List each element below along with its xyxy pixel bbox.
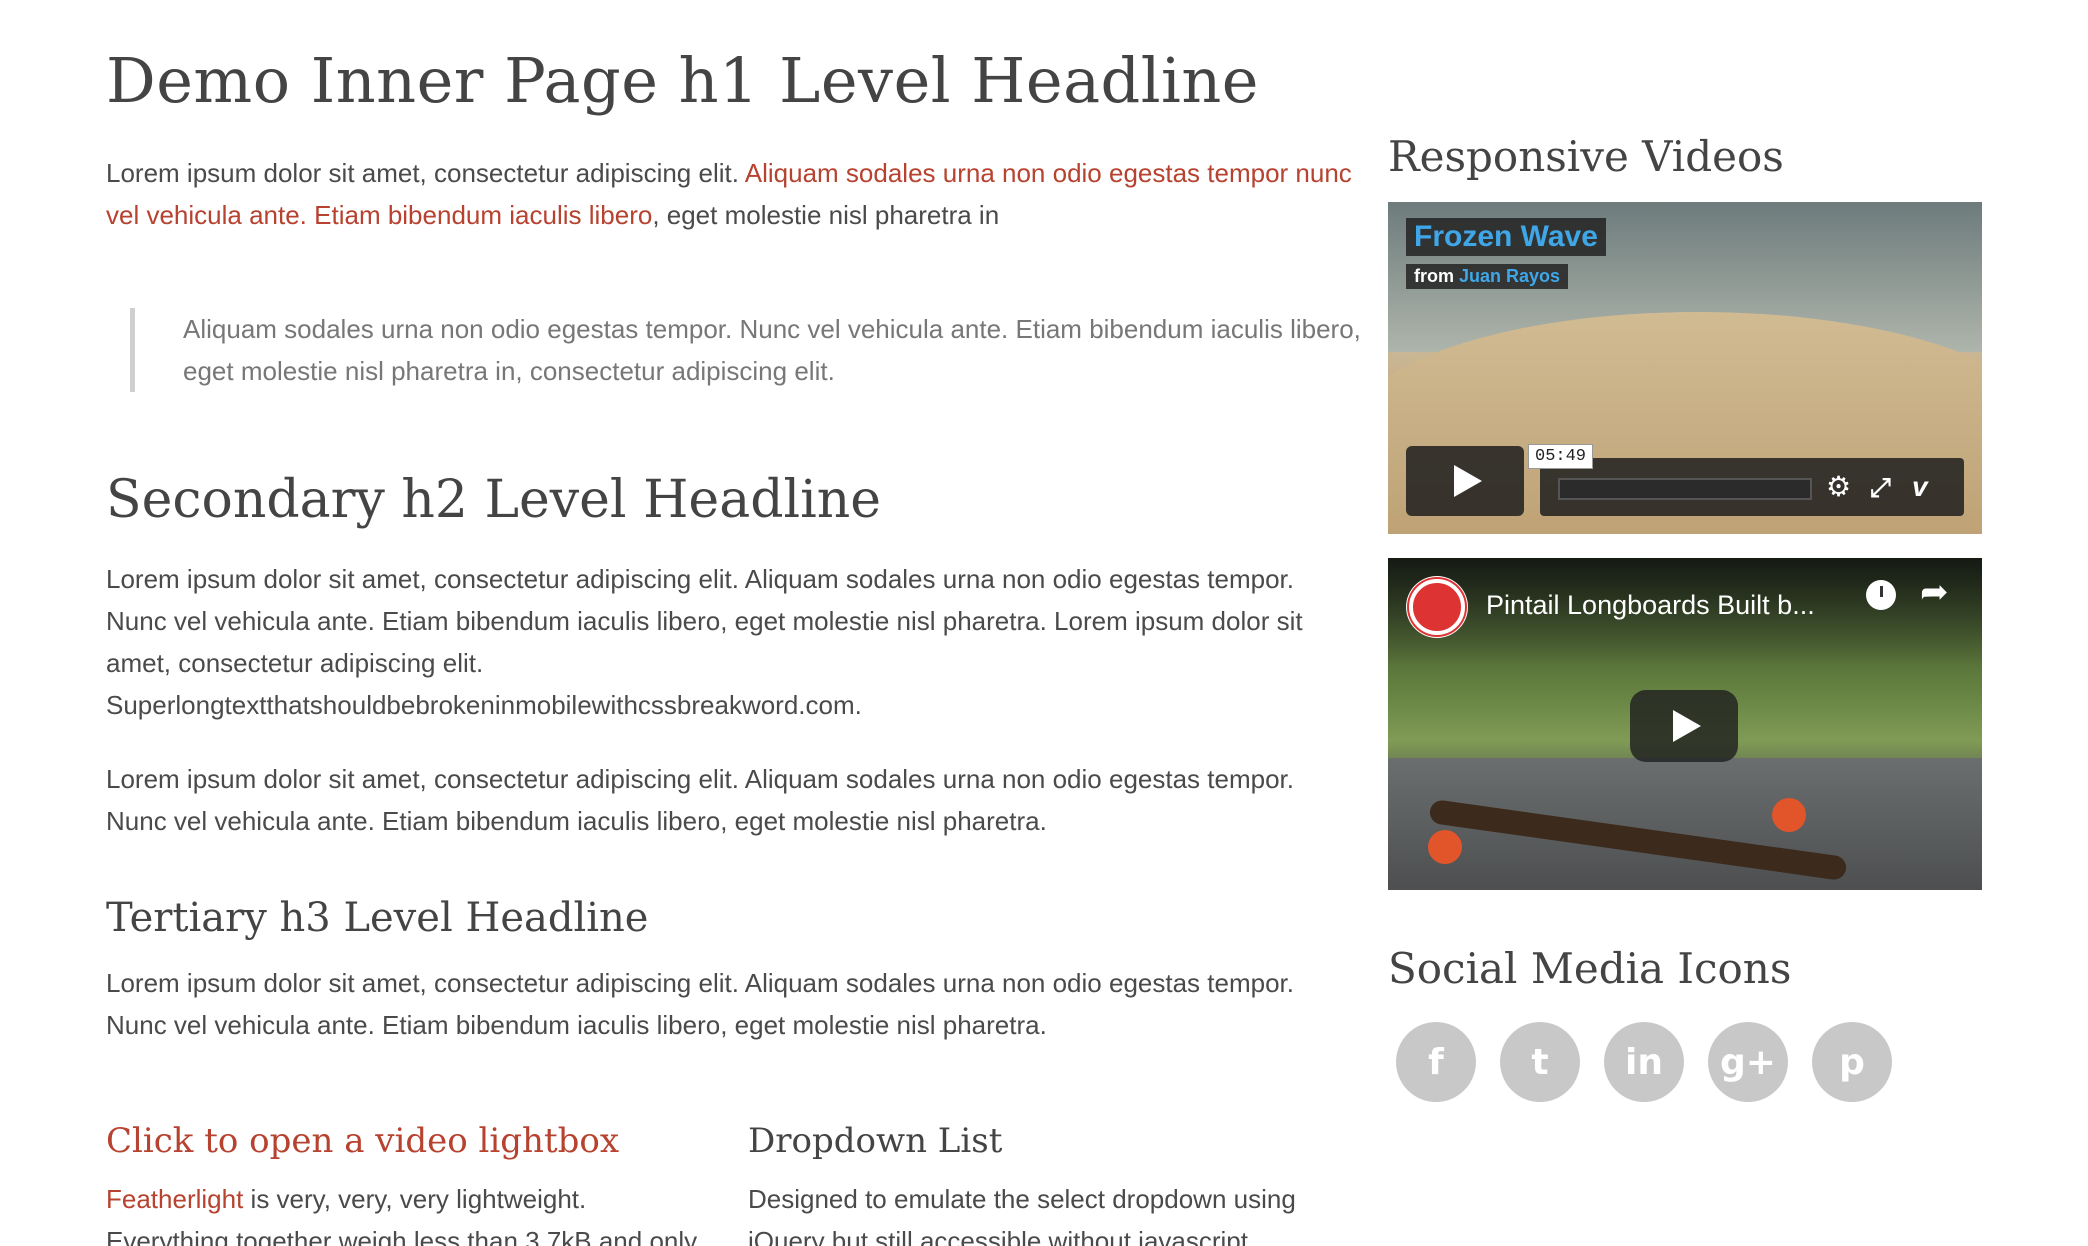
share-arrow-icon[interactable]: ➦ — [1920, 572, 1949, 612]
video-thumbnail-wheel — [1772, 798, 1806, 832]
vimeo-logo-icon[interactable]: v — [1912, 472, 1928, 502]
featherlight-link[interactable]: Featherlight — [106, 1184, 243, 1214]
linkedin-icon[interactable]: in — [1604, 1022, 1684, 1102]
lightbox-description: Featherlight is very, very, very lightwe… — [106, 1178, 706, 1246]
secondary-headline: Secondary h2 Level Headline — [106, 470, 882, 530]
facebook-icon[interactable]: f — [1396, 1022, 1476, 1102]
fullscreen-icon[interactable]: ⤢ — [1870, 472, 1891, 502]
video-byline: from Juan Rayos — [1406, 264, 1569, 289]
intro-link-etiam[interactable]: Etiam bibendum iaculis libero — [314, 200, 652, 230]
paragraph-2-text: Lorem ipsum dolor sit amet, consectetur … — [106, 564, 1303, 678]
videos-heading: Responsive Videos — [1388, 132, 1784, 181]
paragraph-4: Lorem ipsum dolor sit amet, consectetur … — [106, 968, 1294, 1040]
social-icons: f t in g+ p — [1396, 1022, 1892, 1102]
youtube-video-player[interactable]: Pintail Longboards Built b... ➦ — [1388, 558, 1982, 890]
intro-text-2: , eget molestie nisl pharetra in — [652, 200, 1000, 230]
paragraph-2-long-word: Superlongtextthatshouldbebrokeninmobilew… — [106, 690, 862, 720]
main-content: Demo Inner Page h1 Level Headline Lorem … — [106, 40, 1361, 1246]
video-thumbnail-wheel — [1428, 830, 1462, 864]
blockquote: Aliquam sodales urna non odio egestas te… — [130, 308, 1403, 392]
lightbox-section: Click to open a video lightbox Featherli… — [106, 1116, 706, 1246]
page-title: Demo Inner Page h1 Level Headline — [106, 44, 1259, 117]
video-duration-tooltip: 05:49 — [1528, 444, 1594, 469]
page: Demo Inner Page h1 Level Headline Lorem … — [0, 0, 2088, 1246]
video-author-link[interactable]: Juan Rayos — [1459, 266, 1560, 286]
youtube-play-button[interactable] — [1630, 690, 1738, 762]
intro-text-1: Lorem ipsum dolor sit amet, consectetur … — [106, 158, 745, 188]
channel-avatar-icon[interactable] — [1406, 576, 1468, 638]
video-title[interactable]: Frozen Wave — [1406, 218, 1606, 256]
social-heading: Social Media Icons — [1388, 944, 1792, 993]
watch-later-clock-icon[interactable] — [1866, 580, 1896, 610]
dropdown-description: Designed to emulate the select dropdown … — [748, 1184, 1296, 1246]
twitter-icon[interactable]: t — [1500, 1022, 1580, 1102]
dropdown-heading: Dropdown List — [748, 1121, 1003, 1161]
video-control-bar: ⚙ ⤢ v — [1540, 458, 1964, 516]
intro-paragraph: Lorem ipsum dolor sit amet, consectetur … — [106, 152, 1366, 236]
video-play-button[interactable] — [1406, 446, 1524, 516]
paragraph-2: Lorem ipsum dolor sit amet, consectetur … — [106, 558, 1346, 726]
settings-gear-icon[interactable]: ⚙ — [1826, 472, 1851, 502]
video-byline-from: from — [1414, 266, 1459, 286]
video-progress-track[interactable] — [1558, 478, 1812, 500]
paragraph-3: Lorem ipsum dolor sit amet, consectetur … — [106, 764, 1294, 836]
google-plus-icon[interactable]: g+ — [1708, 1022, 1788, 1102]
play-icon — [1454, 465, 1482, 497]
tertiary-headline: Tertiary h3 Level Headline — [106, 895, 649, 941]
dropdown-section: Dropdown List Designed to emulate the se… — [748, 1116, 1368, 1246]
pinterest-icon[interactable]: p — [1812, 1022, 1892, 1102]
play-icon — [1673, 710, 1701, 742]
vimeo-video-player[interactable]: Frozen Wave from Juan Rayos ⚙ ⤢ v 05:49 — [1388, 202, 1982, 534]
youtube-video-title[interactable]: Pintail Longboards Built b... — [1486, 590, 1815, 621]
lightbox-link-heading[interactable]: Click to open a video lightbox — [106, 1116, 706, 1166]
